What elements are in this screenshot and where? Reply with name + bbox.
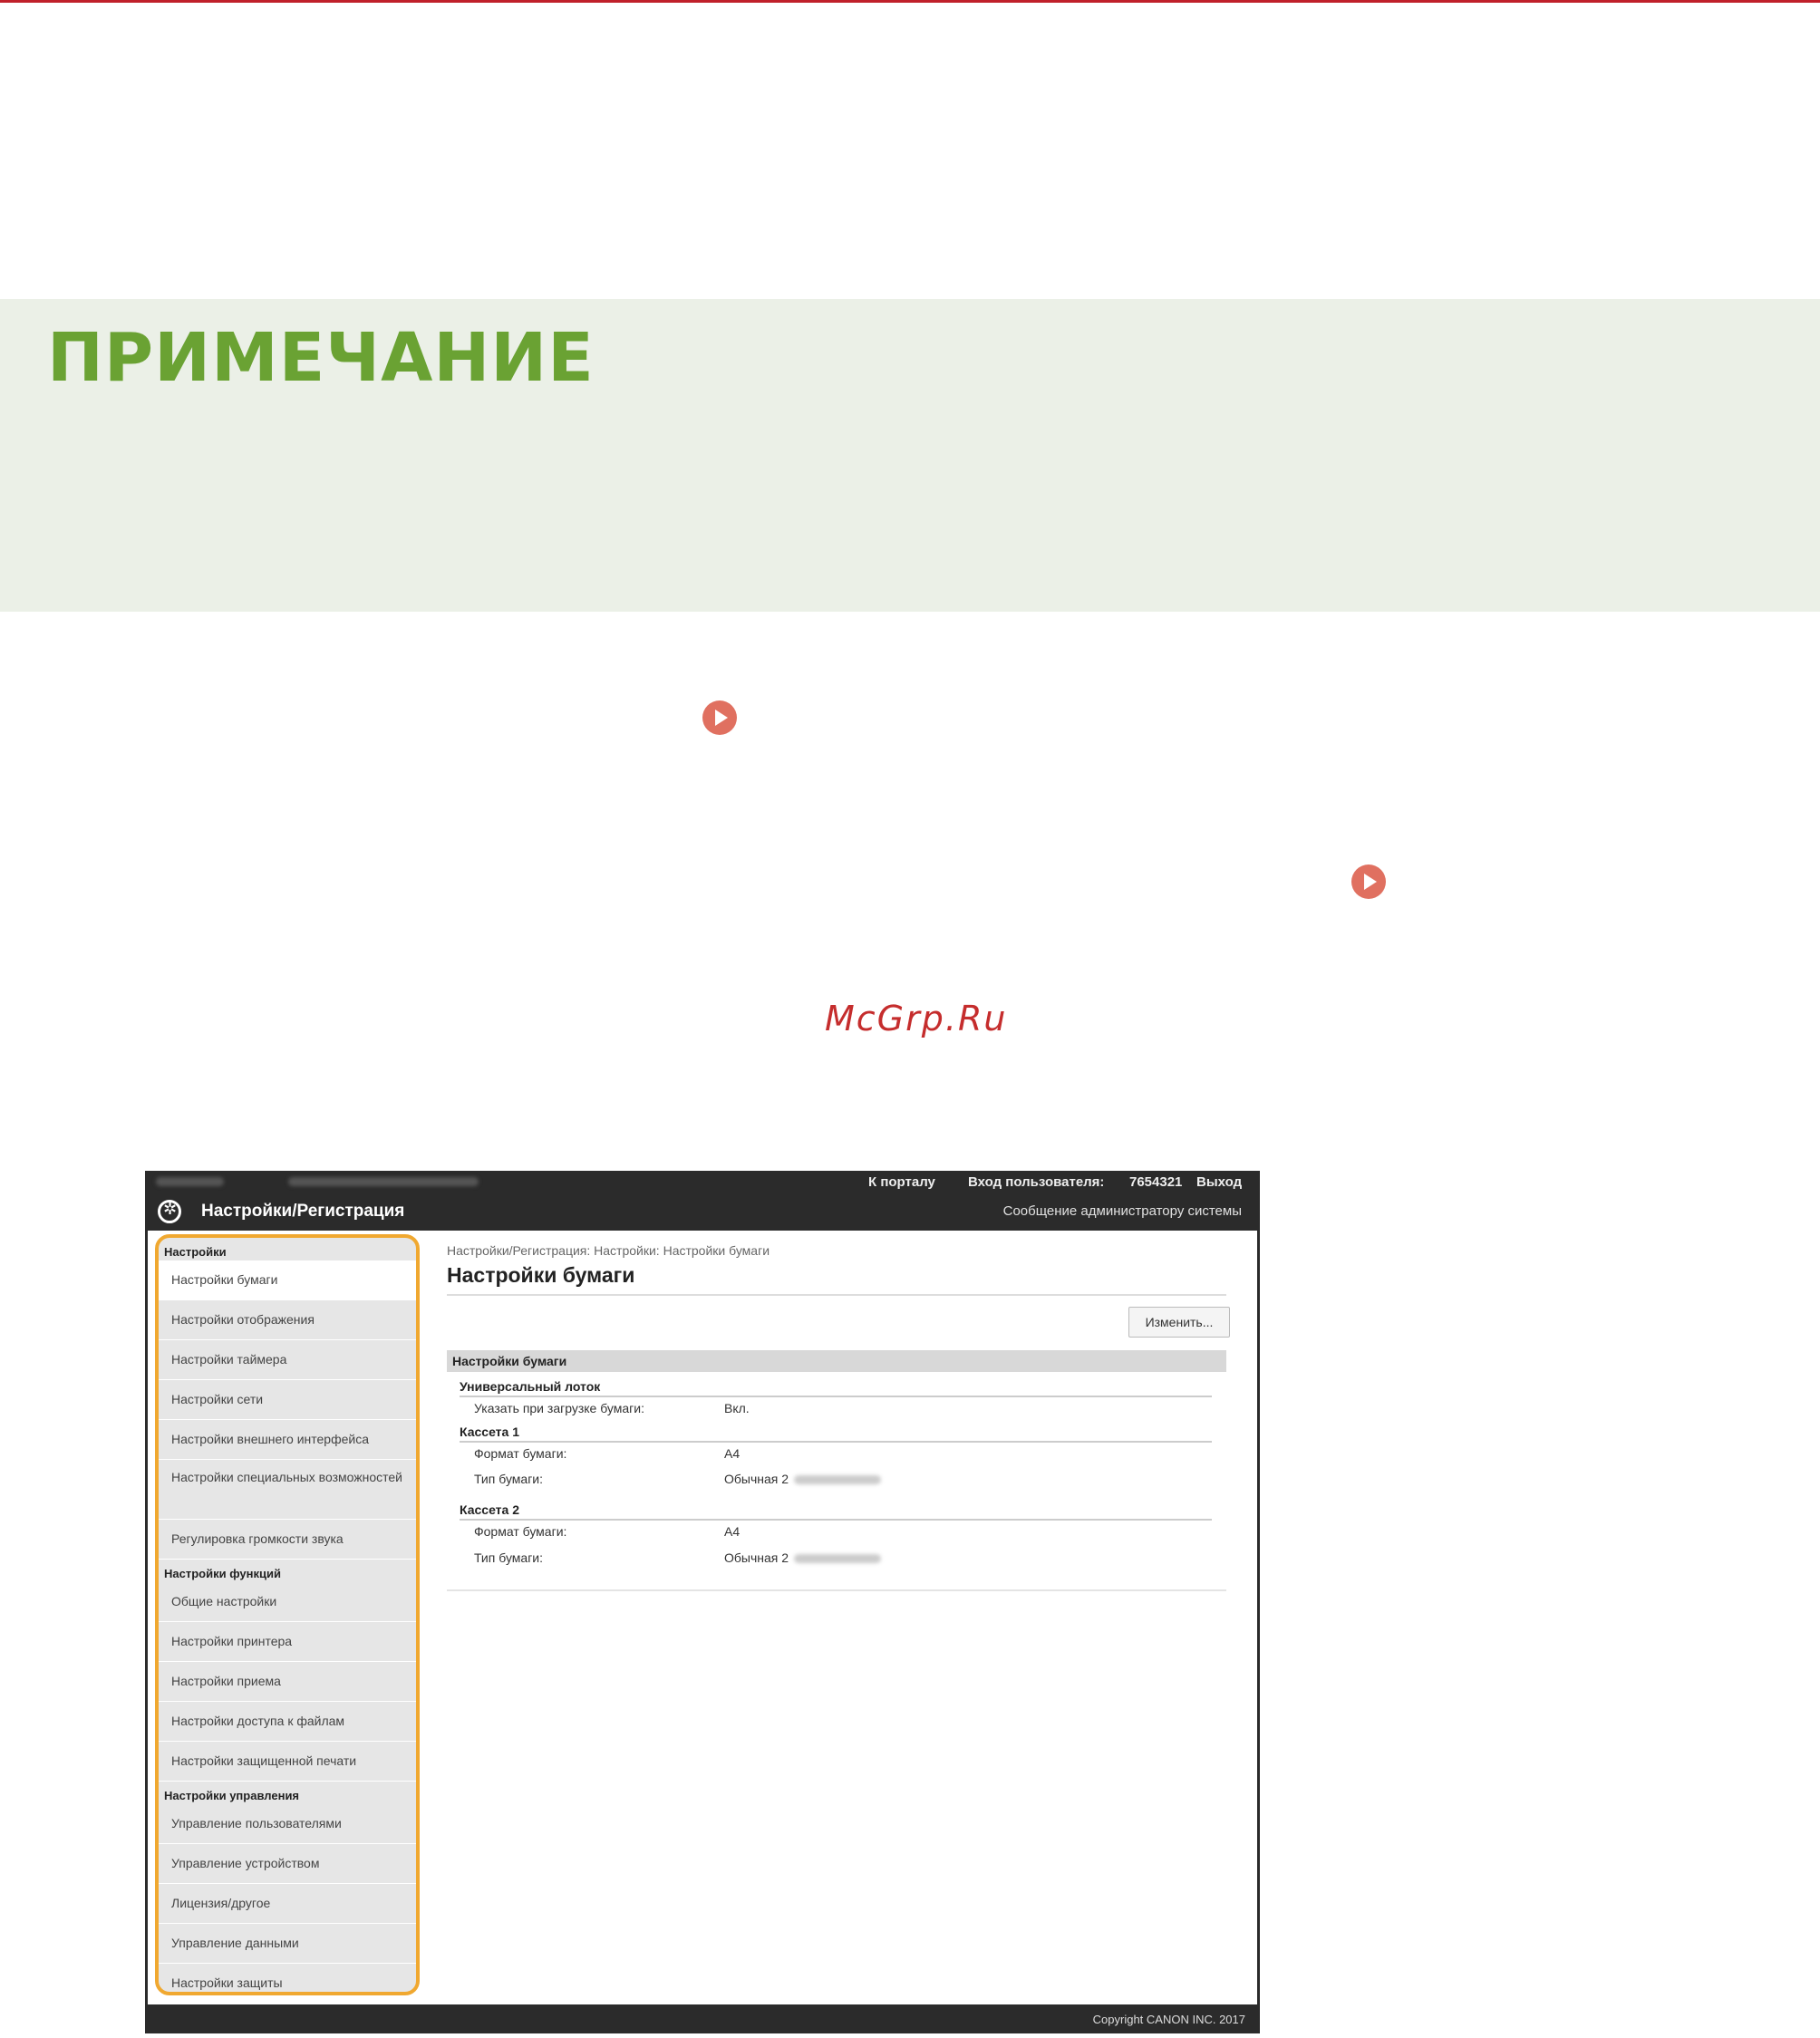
title-bar: Настройки/Регистрация Сообщение админист… xyxy=(145,1194,1260,1231)
section-header: Настройки бумаги xyxy=(447,1350,1226,1372)
mp-tray-value: Вкл. xyxy=(724,1401,750,1415)
sidebar-item-paper-settings[interactable]: Настройки бумаги xyxy=(159,1260,416,1300)
sidebar-item-printer-settings[interactable]: Настройки принтера xyxy=(159,1622,416,1662)
page-title: Настройки бумаги xyxy=(447,1263,635,1287)
ui-screenshot: К порталу Вход пользователя: 7654321 Вых… xyxy=(145,1171,1260,2033)
sidebar-item-receive-settings[interactable]: Настройки приема xyxy=(159,1662,416,1702)
breadcrumb: Настройки/Регистрация: Настройки: Настро… xyxy=(447,1243,770,1258)
sidebar-section-management: Настройки управления xyxy=(164,1789,300,1802)
sidebar-item-device-management[interactable]: Управление устройством xyxy=(159,1844,416,1884)
footer: Copyright CANON INC. 2017 xyxy=(145,2004,1260,2033)
main-content: Настройки/Регистрация: Настройки: Настро… xyxy=(447,1231,1244,2001)
cassette2-type-label: Тип бумаги: xyxy=(474,1550,544,1565)
top-bar: К порталу Вход пользователя: 7654321 Вых… xyxy=(145,1171,1260,1194)
sidebar-item-license[interactable]: Лицензия/другое xyxy=(159,1884,416,1924)
sidebar-item-timer-settings[interactable]: Настройки таймера xyxy=(159,1340,416,1380)
cassette2-type-row: Обычная 2 xyxy=(724,1550,882,1565)
sidebar-item-common-settings[interactable]: Общие настройки xyxy=(159,1582,416,1622)
group-divider xyxy=(460,1396,1212,1397)
cassette1-type-row: Обычная 2 xyxy=(724,1472,882,1486)
note-title: ПРИМЕЧАНИЕ xyxy=(47,319,595,397)
mp-tray-label: Указать при загрузке бумаги: xyxy=(474,1401,644,1415)
sidebar-item-accessibility[interactable]: Настройки специальных возможностей xyxy=(159,1460,416,1520)
admin-message-link[interactable]: Сообщение администратору системы xyxy=(1003,1203,1242,1219)
sidebar-item-external-interface[interactable]: Настройки внешнего интерфейса xyxy=(159,1420,416,1460)
sidebar-item-file-access[interactable]: Настройки доступа к файлам xyxy=(159,1702,416,1742)
link-arrow-icon[interactable] xyxy=(1351,864,1386,899)
app-title: Настройки/Регистрация xyxy=(201,1202,405,1221)
login-label: Вход пользователя: xyxy=(968,1174,1105,1190)
sidebar-item-volume[interactable]: Регулировка громкости звука xyxy=(159,1520,416,1560)
cassette1-title: Кассета 1 xyxy=(460,1425,519,1439)
blurred-device-info xyxy=(288,1177,479,1186)
portal-link[interactable]: К порталу xyxy=(868,1174,935,1190)
cassette1-size-value: A4 xyxy=(724,1446,741,1461)
sidebar-item-security-settings[interactable]: Настройки защиты xyxy=(159,1964,416,1992)
title-divider xyxy=(447,1294,1226,1296)
edit-button[interactable]: Изменить... xyxy=(1128,1307,1230,1338)
sidebar-item-network-settings[interactable]: Настройки сети xyxy=(159,1380,416,1420)
settings-logo-icon xyxy=(158,1200,181,1223)
top-rule xyxy=(0,0,1820,3)
sidebar-item-data-management[interactable]: Управление данными xyxy=(159,1924,416,1964)
sidebar: Настройки Настройки бумаги Настройки ото… xyxy=(155,1234,420,1995)
section-end-divider xyxy=(447,1589,1226,1591)
cassette2-size-value: A4 xyxy=(724,1524,741,1539)
sidebar-item-display-settings[interactable]: Настройки отображения xyxy=(159,1300,416,1340)
copyright: Copyright CANON INC. 2017 xyxy=(1092,2013,1245,2026)
cassette2-size-label: Формат бумаги: xyxy=(474,1524,567,1539)
cassette2-title: Кассета 2 xyxy=(460,1502,519,1517)
group-divider xyxy=(460,1441,1212,1443)
sidebar-item-secure-print[interactable]: Настройки защищенной печати xyxy=(159,1742,416,1782)
cassette2-type-value: Обычная 2 xyxy=(724,1550,789,1565)
sidebar-section-functions: Настройки функций xyxy=(164,1567,281,1580)
login-user: 7654321 xyxy=(1129,1174,1183,1190)
blurred-detail xyxy=(794,1475,882,1485)
group-divider xyxy=(460,1519,1212,1521)
sidebar-section-settings: Настройки xyxy=(164,1245,227,1259)
sidebar-item-user-management[interactable]: Управление пользователями xyxy=(159,1804,416,1844)
link-arrow-icon[interactable] xyxy=(702,700,737,735)
cassette1-type-value: Обычная 2 xyxy=(724,1472,789,1486)
cassette1-type-label: Тип бумаги: xyxy=(474,1472,544,1486)
cassette1-size-label: Формат бумаги: xyxy=(474,1446,567,1461)
page-canvas: Настройки Настройки бумаги Настройки ото… xyxy=(148,1231,1257,2004)
blurred-detail xyxy=(794,1554,882,1564)
logout-link[interactable]: Выход xyxy=(1196,1174,1242,1190)
watermark: McGrp.Ru xyxy=(825,999,1008,1038)
blurred-device-name xyxy=(156,1177,224,1186)
mp-tray-title: Универсальный лоток xyxy=(460,1379,601,1394)
